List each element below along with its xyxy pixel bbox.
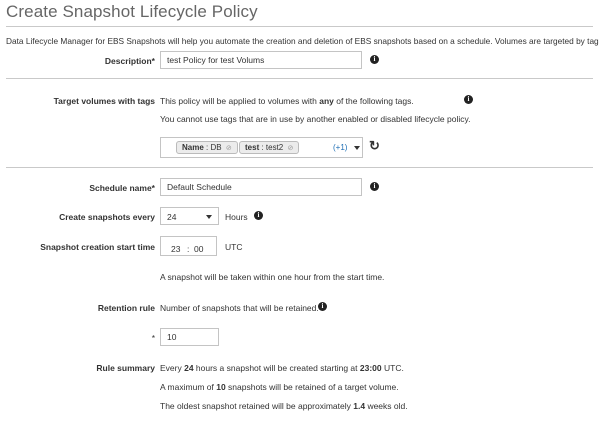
tag-selector[interactable]: Name : DB ⊘ test : test2 ⊘ (+1) — [160, 137, 363, 158]
chip-remove-icon[interactable]: ⊘ — [287, 145, 293, 152]
section-divider-2 — [6, 167, 593, 168]
retention-info-icon[interactable]: i — [318, 302, 327, 311]
retention-label: Retention rule — [97, 303, 155, 313]
title-divider — [6, 26, 593, 27]
rule-summary-line-3: The oldest snapshot retained will be app… — [160, 401, 408, 411]
start-separator: : — [187, 244, 190, 254]
schedule-name-input[interactable] — [160, 178, 362, 196]
tag-chip-name[interactable]: Name : DB ⊘ — [176, 141, 238, 154]
interval-value: 24 — [167, 212, 177, 222]
interval-info-icon[interactable]: i — [254, 211, 263, 220]
start-time-label: Snapshot creation start time — [40, 242, 155, 252]
retention-count-input[interactable] — [160, 328, 219, 346]
target-tags-info-icon[interactable]: i — [464, 95, 473, 104]
start-time-note: A snapshot will be taken within one hour… — [160, 272, 385, 282]
page-intro: Data Lifecycle Manager for EBS Snapshots… — [6, 36, 599, 46]
interval-select[interactable]: 24 — [160, 207, 219, 225]
tag-chip-test[interactable]: test : test2 ⊘ — [239, 141, 300, 154]
description-label: Description* — [104, 56, 155, 66]
rule-summary-line-2: A maximum of 10 snapshots will be retain… — [160, 382, 399, 392]
description-input[interactable] — [160, 51, 362, 69]
rule-summary-line-1: Every 24 hours a snapshot will be create… — [160, 363, 404, 373]
start-hour[interactable]: 23 — [171, 242, 180, 257]
target-tags-label: Target volumes with tags — [53, 96, 155, 106]
more-tags-count[interactable]: (+1) — [333, 143, 347, 152]
refresh-icon[interactable]: ↻ — [369, 139, 380, 153]
chip-remove-icon[interactable]: ⊘ — [226, 145, 232, 152]
schedule-name-info-icon[interactable]: i — [370, 182, 379, 191]
chevron-down-icon[interactable] — [354, 146, 360, 150]
chevron-down-icon — [206, 215, 212, 219]
schedule-name-label: Schedule name* — [89, 183, 155, 193]
interval-unit: Hours — [225, 212, 248, 222]
target-tags-desc-1: This policy will be applied to volumes w… — [160, 96, 414, 106]
interval-label: Create snapshots every — [59, 212, 155, 222]
description-info-icon[interactable]: i — [370, 55, 379, 64]
retention-count-label: * — [151, 333, 155, 343]
rule-summary-label: Rule summary — [96, 363, 155, 373]
start-minute[interactable]: 00 — [194, 242, 203, 257]
retention-desc: Number of snapshots that will be retaine… — [160, 303, 319, 313]
start-timezone: UTC — [225, 242, 243, 252]
target-tags-desc-2: You cannot use tags that are in use by a… — [160, 114, 471, 124]
start-time-input[interactable]: 23 : 00 — [160, 236, 217, 256]
page-title: Create Snapshot Lifecycle Policy — [6, 2, 258, 21]
section-divider-1 — [6, 78, 593, 79]
